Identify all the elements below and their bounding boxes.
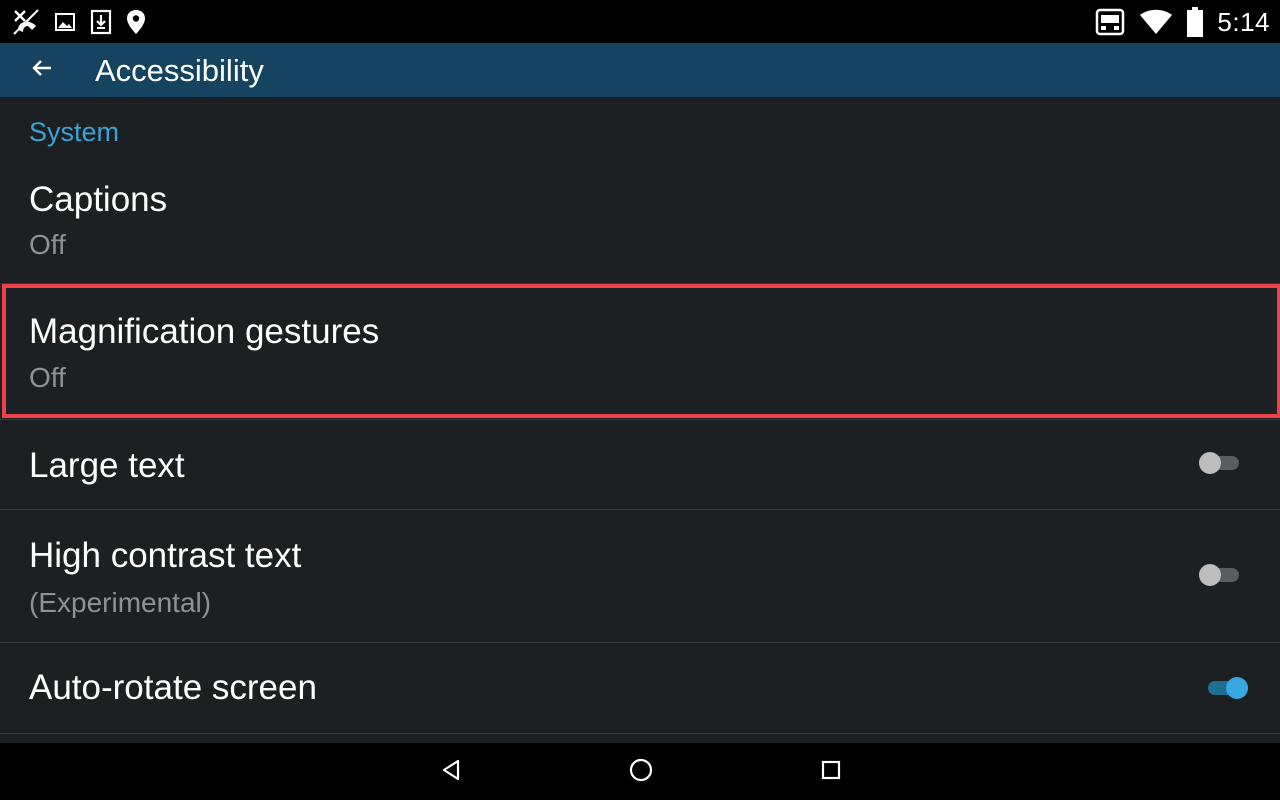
pref-title: High contrast text [29,536,302,575]
pref-item-magnification-gestures[interactable]: Magnification gestures Off [0,288,1280,410]
auto-rotate-screen-switch[interactable] [1206,674,1248,702]
nav-back-button[interactable] [436,757,466,787]
pref-summary: (Experimental) [29,587,212,618]
switch-thumb [1199,452,1221,474]
divider [0,283,1280,284]
pref-summary: Off [29,229,66,260]
status-left-icons [12,6,146,38]
pref-item-large-text[interactable]: Large text [0,420,1280,509]
pref-title: Large text [29,446,185,485]
nav-home-button[interactable] [626,757,656,787]
status-bar: 5:14 [0,0,1280,43]
pref-title: Captions [29,180,168,219]
missed-call-icon [12,8,40,36]
pref-title: Auto-rotate screen [29,668,317,707]
pref-item-high-contrast-text[interactable]: High contrast text (Experimental) [0,510,1280,642]
wifi-icon [1139,9,1173,35]
navigate-up-button[interactable] [22,50,62,90]
pref-summary: Off [29,362,66,393]
status-time: 5:14 [1217,6,1270,37]
status-right-icons: 5:14 [1095,4,1270,40]
back-icon [439,758,463,786]
section-header-system: System [29,117,120,147]
switch-thumb [1199,564,1221,586]
navigation-bar [0,743,1280,800]
switch-thumb [1226,677,1248,699]
divider [0,733,1280,734]
pref-title: Magnification gestures [29,312,380,351]
nav-recents-button[interactable] [816,757,846,787]
location-icon [126,9,146,35]
pref-item-auto-rotate-screen[interactable]: Auto-rotate screen [0,643,1280,733]
pref-item-captions[interactable]: Captions Off [0,167,1280,284]
screen: 5:14 Accessibility System Captions Off M… [0,0,1280,800]
preference-list[interactable]: System Captions Off Magnification gestur… [0,97,1280,743]
cast-icon [1095,8,1125,36]
page-title: Accessibility [95,53,264,88]
battery-icon [1187,7,1204,37]
large-text-switch[interactable] [1199,449,1241,477]
image-icon [54,11,76,33]
action-bar: Accessibility [0,43,1280,97]
arrow-back-icon [31,57,53,83]
high-contrast-text-switch[interactable] [1199,561,1241,589]
home-icon [628,757,654,787]
recents-icon [820,759,842,785]
download-icon [90,9,112,35]
